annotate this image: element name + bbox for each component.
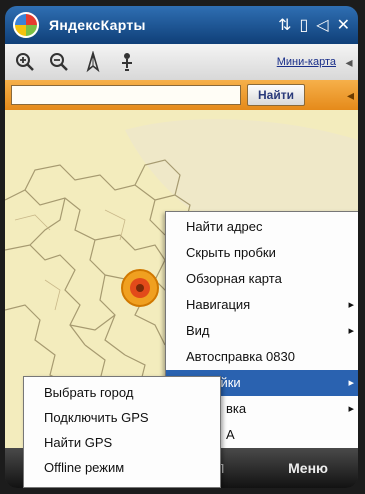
submenu-item-find-gps[interactable]: Найти GPS [24,430,220,455]
menu-item-hide-traffic[interactable]: Скрыть пробки [166,240,358,266]
close-icon[interactable]: ✕ [337,15,350,35]
connectivity-icon[interactable]: ⇅ [278,15,291,35]
compass-icon[interactable] [79,48,107,76]
signal-icon[interactable]: ▯ [299,15,308,35]
search-input[interactable] [11,85,241,105]
status-icons: ⇅ ▯ ◁ ✕ [278,15,350,35]
mini-map-link[interactable]: Мини-карта [277,56,336,68]
menu-item-navigation[interactable]: Навигация [166,292,358,318]
app-title: ЯндексКарты [49,17,146,33]
menu-item-overview-map[interactable]: Обзорная карта [166,266,358,292]
searchbar-scroll-icon[interactable]: ◂ [347,87,354,104]
submenu-item-offline-mode[interactable]: Offline режим [24,455,220,480]
title-bar: ЯндексКарты ⇅ ▯ ◁ ✕ [5,6,358,44]
zoom-out-icon[interactable] [45,48,73,76]
menu-item-view[interactable]: Вид [166,318,358,344]
toolbar-scroll-icon[interactable]: ◂ [340,54,358,71]
menu-softkey[interactable]: Меню [288,460,328,476]
menu-item-find-address[interactable]: Найти адрес [166,214,358,240]
settings-submenu: Выбрать город Подключить GPS Найти GPS O… [23,376,221,488]
find-button[interactable]: Найти [247,84,305,106]
zoom-in-icon[interactable] [11,48,39,76]
volume-icon[interactable]: ◁ [316,15,328,35]
menu-item-autohelp[interactable]: Автосправка 0830 [166,344,358,370]
windows-start-icon[interactable] [13,12,39,38]
pin-icon[interactable] [113,48,141,76]
device-screen: ЯндексКарты ⇅ ▯ ◁ ✕ Мини-карта ◂ Найти ◂ [5,6,358,488]
map-toolbar: Мини-карта ◂ [5,44,358,81]
submenu-item-connect-gps[interactable]: Подключить GPS [24,405,220,430]
submenu-item-choose-city[interactable]: Выбрать город [24,380,220,405]
search-bar: Найти ◂ [5,80,358,110]
